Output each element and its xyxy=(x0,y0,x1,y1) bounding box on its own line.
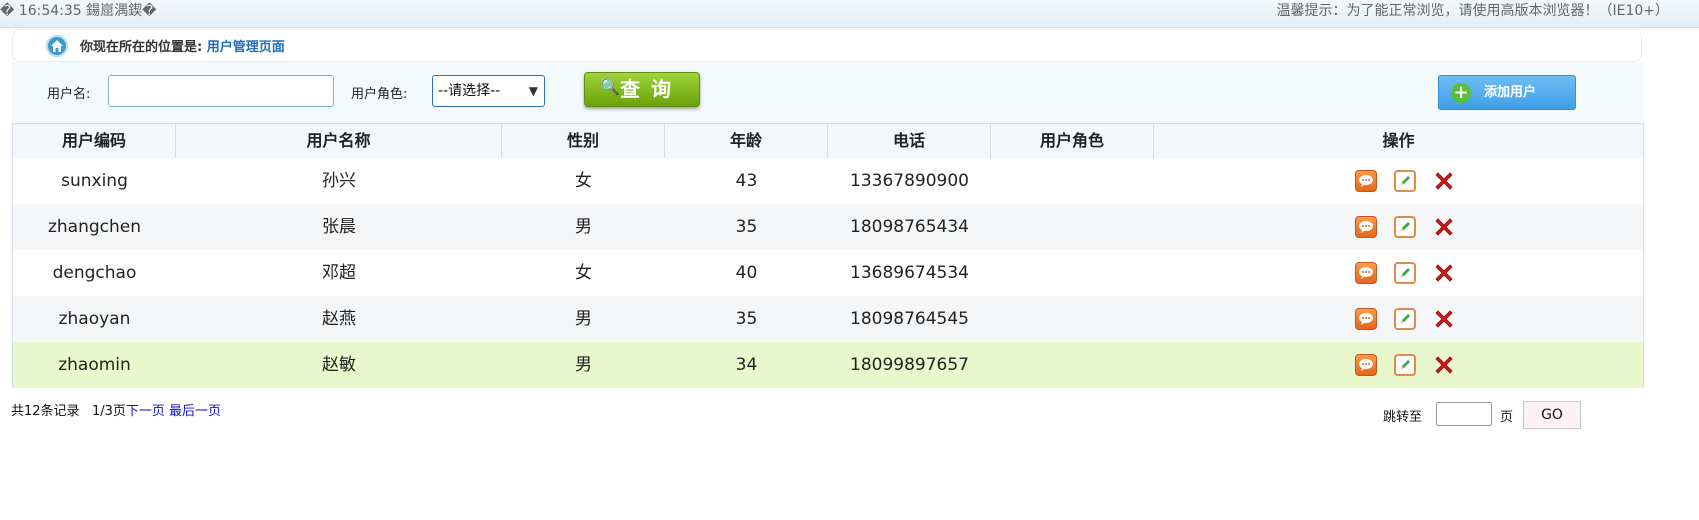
view-icon[interactable] xyxy=(1355,354,1377,376)
plus-icon: + xyxy=(1451,83,1471,103)
edit-icon[interactable] xyxy=(1394,170,1416,192)
breadcrumb: 你现在所在的位置是: 用户管理页面 xyxy=(12,29,1642,62)
cell-gender: 女 xyxy=(575,263,592,283)
view-icon[interactable] xyxy=(1355,308,1377,330)
cell-code: sunxing xyxy=(61,171,128,191)
cell-age: 43 xyxy=(735,171,758,191)
delete-icon[interactable] xyxy=(1433,354,1455,376)
query-button-label: 查 询 xyxy=(620,77,673,101)
cell-phone: 18098765434 xyxy=(850,217,969,237)
cell-name: 赵敏 xyxy=(322,355,356,375)
go-button[interactable]: GO xyxy=(1523,401,1581,429)
cell-name: 张晨 xyxy=(322,217,356,237)
cell-role xyxy=(991,296,1154,342)
cell-phone: 18099897657 xyxy=(850,355,969,375)
cell-gender: 女 xyxy=(575,171,592,191)
top-status-bar: � 16:54:35 鍚崫湡鍥� 温馨提示：为了能正常浏览，请使用高版本浏览器！… xyxy=(0,0,1699,28)
role-select[interactable]: --请选择-- ▼ xyxy=(432,75,545,107)
row-actions xyxy=(1163,250,1643,296)
table-row: zhangchen 张晨 男 35 18098765434 xyxy=(13,204,1643,250)
cell-gender: 男 xyxy=(575,355,592,375)
cell-code: zhaomin xyxy=(58,355,131,375)
cell-age: 35 xyxy=(735,309,758,329)
jump-label: 跳转至 xyxy=(1383,410,1423,425)
search-icon: 🔍 xyxy=(600,77,620,96)
edit-icon[interactable] xyxy=(1394,216,1416,238)
header-gender: 性别 xyxy=(502,124,665,158)
cell-name: 赵燕 xyxy=(322,309,356,329)
cell-role xyxy=(991,250,1154,296)
cell-name: 邓超 xyxy=(322,263,356,283)
breadcrumb-text: 你现在所在的位置是: 用户管理页面 xyxy=(80,36,285,55)
table-row: sunxing 孙兴 女 43 13367890900 xyxy=(13,158,1643,204)
delete-icon[interactable] xyxy=(1433,170,1455,192)
header-phone: 电话 xyxy=(828,124,991,158)
row-actions xyxy=(1163,296,1643,342)
last-page-link[interactable]: 最后一页 xyxy=(169,404,221,419)
edit-icon[interactable] xyxy=(1394,262,1416,284)
table-row: dengchao 邓超 女 40 13689674534 xyxy=(13,250,1643,296)
user-table: 用户编码 用户名称 性别 年龄 电话 用户角色 操作 sunxing 孙兴女 43 1… xyxy=(12,123,1644,388)
cell-role xyxy=(991,204,1154,250)
view-icon[interactable] xyxy=(1355,262,1377,284)
search-bar: 用户名: 用户角色: --请选择-- ▼ 🔍 查 询 + 添加用户 xyxy=(12,62,1644,122)
row-actions xyxy=(1163,204,1643,250)
query-button[interactable]: 🔍 查 询 xyxy=(584,72,700,107)
cell-age: 34 xyxy=(735,355,758,375)
cell-code: dengchao xyxy=(52,263,137,283)
username-input[interactable] xyxy=(108,75,334,107)
edit-icon[interactable] xyxy=(1394,354,1416,376)
cell-phone: 13367890900 xyxy=(850,171,969,191)
cell-phone: 18098764545 xyxy=(850,309,969,329)
cell-age: 40 xyxy=(735,263,758,283)
cell-role xyxy=(991,342,1154,388)
username-label: 用户名: xyxy=(47,87,91,102)
row-actions xyxy=(1163,342,1643,388)
breadcrumb-prefix: 你现在所在的位置是: xyxy=(80,40,203,55)
cell-gender: 男 xyxy=(575,217,592,237)
cell-code: zhaoyan xyxy=(58,309,131,329)
pager-summary: 共12条记录 1/3页下一页 最后一页 xyxy=(11,400,221,419)
view-icon[interactable] xyxy=(1355,216,1377,238)
delete-icon[interactable] xyxy=(1433,308,1455,330)
next-page-link[interactable]: 下一页 xyxy=(126,404,165,419)
record-count: 共12条记录 xyxy=(11,404,80,419)
edit-icon[interactable] xyxy=(1394,308,1416,330)
home-icon xyxy=(46,35,68,57)
add-user-label: 添加用户 xyxy=(1484,85,1537,100)
table-header: 用户编码 用户名称 性别 年龄 电话 用户角色 操作 xyxy=(13,124,1643,159)
delete-icon[interactable] xyxy=(1433,216,1455,238)
browser-tip: 温馨提示：为了能正常浏览，请使用高版本浏览器！（IE10+） xyxy=(1276,3,1669,19)
view-icon[interactable] xyxy=(1355,170,1377,192)
chevron-down-icon: ▼ xyxy=(528,84,538,98)
cell-role xyxy=(991,158,1154,204)
cell-phone: 13689674534 xyxy=(850,263,969,283)
table-row: zhaomin 赵敏 男 34 18099897657 xyxy=(13,342,1643,388)
cell-age: 35 xyxy=(735,217,758,237)
cell-gender: 男 xyxy=(575,309,592,329)
header-code: 用户编码 xyxy=(13,124,176,158)
breadcrumb-current[interactable]: 用户管理页面 xyxy=(207,40,285,55)
header-role: 用户角色 xyxy=(991,124,1154,158)
role-select-value: --请选择-- xyxy=(438,83,501,99)
header-name: 用户名称 xyxy=(176,124,502,158)
table-row: zhaoyan 赵燕 男 35 18098764545 xyxy=(13,296,1643,342)
delete-icon[interactable] xyxy=(1433,262,1455,284)
cell-code: zhangchen xyxy=(47,217,142,237)
header-age: 年龄 xyxy=(665,124,828,158)
header-actions: 操作 xyxy=(1382,131,1415,150)
clock-text: � 16:54:35 鍚崫湡鍥� xyxy=(0,3,157,19)
cell-name: 孙兴 xyxy=(322,171,356,191)
role-label: 用户角色: xyxy=(351,87,408,102)
add-user-button[interactable]: + 添加用户 xyxy=(1438,75,1576,110)
row-actions xyxy=(1163,158,1643,204)
page-unit-label: 页 xyxy=(1500,410,1514,425)
page-info: 1/3页 xyxy=(91,404,126,419)
page-number-input[interactable] xyxy=(1436,402,1492,426)
